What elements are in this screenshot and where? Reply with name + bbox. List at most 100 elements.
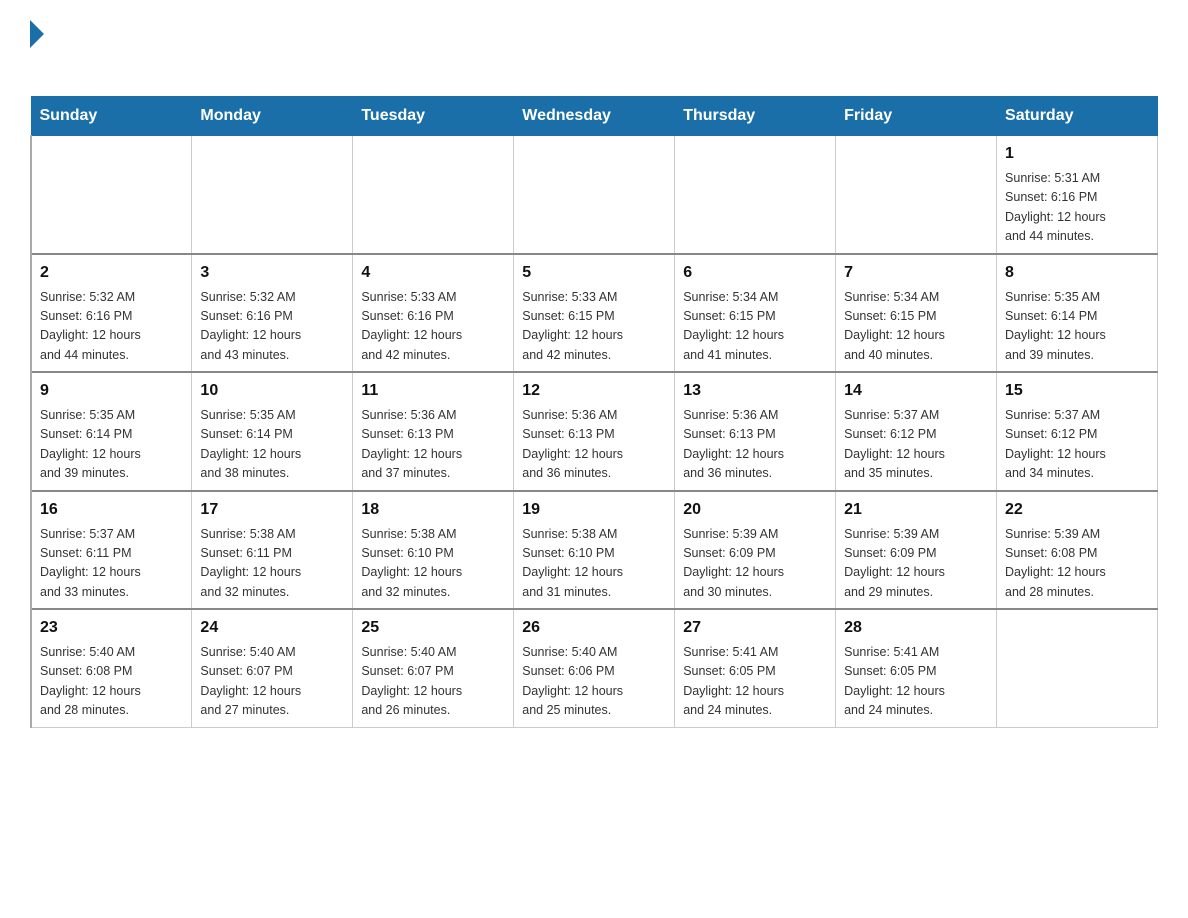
calendar-day-cell: 5 Sunrise: 5:33 AMSunset: 6:15 PMDaylight… — [514, 254, 675, 373]
calendar-table: SundayMondayTuesdayWednesdayThursdayFrid… — [30, 96, 1158, 728]
calendar-day-cell: 17Sunrise: 5:38 AMSunset: 6:11 PMDayligh… — [192, 491, 353, 610]
calendar-day-cell: 9 Sunrise: 5:35 AMSunset: 6:14 PMDaylight… — [31, 372, 192, 491]
day-number: 12 — [522, 379, 666, 403]
day-number: 11 — [361, 379, 505, 403]
day-number: 10 — [200, 379, 344, 403]
day-number: 8 — [1005, 261, 1149, 285]
day-number: 9 — [40, 379, 183, 403]
calendar-week-row: 23Sunrise: 5:40 AMSunset: 6:08 PMDayligh… — [31, 609, 1158, 727]
calendar-day-cell: 1 Sunrise: 5:31 AMSunset: 6:16 PMDaylight… — [997, 136, 1158, 254]
day-number: 4 — [361, 261, 505, 285]
page-header — [30, 20, 1158, 86]
day-info: Sunrise: 5:35 AMSunset: 6:14 PMDaylight:… — [40, 406, 183, 484]
calendar-day-cell: 13 Sunrise: 5:36 AMSunset: 6:13 PMDayligh… — [675, 372, 836, 491]
day-number: 25 — [361, 616, 505, 640]
calendar-day-cell: 15 Sunrise: 5:37 AMSunset: 6:12 PMDayligh… — [997, 372, 1158, 491]
calendar-day-cell: 3 Sunrise: 5:32 AMSunset: 6:16 PMDaylight… — [192, 254, 353, 373]
calendar-day-cell: 26 Sunrise: 5:40 AMSunset: 6:06 PMDayligh… — [514, 609, 675, 727]
calendar-day-cell — [997, 609, 1158, 727]
calendar-day-cell: 22 Sunrise: 5:39 AMSunset: 6:08 PMDayligh… — [997, 491, 1158, 610]
weekday-header-friday: Friday — [836, 97, 997, 136]
day-number: 21 — [844, 498, 988, 522]
day-number: 2 — [40, 261, 183, 285]
calendar-day-cell: 12 Sunrise: 5:36 AMSunset: 6:13 PMDayligh… — [514, 372, 675, 491]
calendar-day-cell: 14 Sunrise: 5:37 AMSunset: 6:12 PMDayligh… — [836, 372, 997, 491]
day-info: Sunrise: 5:37 AMSunset: 6:12 PMDaylight:… — [844, 406, 988, 484]
weekday-header-sunday: Sunday — [31, 97, 192, 136]
weekday-header-row: SundayMondayTuesdayWednesdayThursdayFrid… — [31, 97, 1158, 136]
day-info: Sunrise: 5:31 AMSunset: 6:16 PMDaylight:… — [1005, 169, 1149, 247]
day-number: 26 — [522, 616, 666, 640]
day-number: 14 — [844, 379, 988, 403]
calendar-week-row: 16Sunrise: 5:37 AMSunset: 6:11 PMDayligh… — [31, 491, 1158, 610]
day-info: Sunrise: 5:35 AMSunset: 6:14 PMDaylight:… — [1005, 288, 1149, 366]
day-info: Sunrise: 5:41 AMSunset: 6:05 PMDaylight:… — [683, 643, 827, 721]
day-number: 1 — [1005, 142, 1149, 166]
day-number: 13 — [683, 379, 827, 403]
calendar-day-cell: 21 Sunrise: 5:39 AMSunset: 6:09 PMDayligh… — [836, 491, 997, 610]
day-number: 16 — [40, 498, 183, 522]
weekday-header-saturday: Saturday — [997, 97, 1158, 136]
calendar-day-cell — [675, 136, 836, 254]
day-info: Sunrise: 5:39 AMSunset: 6:09 PMDaylight:… — [683, 525, 827, 603]
day-info: Sunrise: 5:39 AMSunset: 6:09 PMDaylight:… — [844, 525, 988, 603]
day-info: Sunrise: 5:34 AMSunset: 6:15 PMDaylight:… — [844, 288, 988, 366]
calendar-day-cell: 23Sunrise: 5:40 AMSunset: 6:08 PMDayligh… — [31, 609, 192, 727]
calendar-day-cell: 4 Sunrise: 5:33 AMSunset: 6:16 PMDaylight… — [353, 254, 514, 373]
day-info: Sunrise: 5:36 AMSunset: 6:13 PMDaylight:… — [522, 406, 666, 484]
calendar-day-cell: 6 Sunrise: 5:34 AMSunset: 6:15 PMDaylight… — [675, 254, 836, 373]
day-info: Sunrise: 5:40 AMSunset: 6:07 PMDaylight:… — [361, 643, 505, 721]
day-info: Sunrise: 5:32 AMSunset: 6:16 PMDaylight:… — [40, 288, 183, 366]
day-number: 19 — [522, 498, 666, 522]
calendar-week-row: 1 Sunrise: 5:31 AMSunset: 6:16 PMDaylight… — [31, 136, 1158, 254]
day-info: Sunrise: 5:34 AMSunset: 6:15 PMDaylight:… — [683, 288, 827, 366]
day-number: 22 — [1005, 498, 1149, 522]
day-number: 24 — [200, 616, 344, 640]
calendar-day-cell: 16Sunrise: 5:37 AMSunset: 6:11 PMDayligh… — [31, 491, 192, 610]
day-info: Sunrise: 5:36 AMSunset: 6:13 PMDaylight:… — [361, 406, 505, 484]
day-info: Sunrise: 5:33 AMSunset: 6:16 PMDaylight:… — [361, 288, 505, 366]
day-number: 20 — [683, 498, 827, 522]
day-info: Sunrise: 5:38 AMSunset: 6:10 PMDaylight:… — [522, 525, 666, 603]
calendar-day-cell — [514, 136, 675, 254]
calendar-day-cell: 25 Sunrise: 5:40 AMSunset: 6:07 PMDayligh… — [353, 609, 514, 727]
calendar-day-cell: 20 Sunrise: 5:39 AMSunset: 6:09 PMDayligh… — [675, 491, 836, 610]
weekday-header-thursday: Thursday — [675, 97, 836, 136]
day-number: 15 — [1005, 379, 1149, 403]
calendar-week-row: 9 Sunrise: 5:35 AMSunset: 6:14 PMDaylight… — [31, 372, 1158, 491]
day-number: 3 — [200, 261, 344, 285]
day-info: Sunrise: 5:33 AMSunset: 6:15 PMDaylight:… — [522, 288, 666, 366]
day-info: Sunrise: 5:36 AMSunset: 6:13 PMDaylight:… — [683, 406, 827, 484]
day-number: 23 — [40, 616, 183, 640]
calendar-day-cell: 2 Sunrise: 5:32 AMSunset: 6:16 PMDaylight… — [31, 254, 192, 373]
day-info: Sunrise: 5:40 AMSunset: 6:06 PMDaylight:… — [522, 643, 666, 721]
calendar-day-cell: 28Sunrise: 5:41 AMSunset: 6:05 PMDayligh… — [836, 609, 997, 727]
logo — [30, 20, 44, 86]
day-number: 6 — [683, 261, 827, 285]
calendar-day-cell — [836, 136, 997, 254]
day-number: 17 — [200, 498, 344, 522]
day-info: Sunrise: 5:40 AMSunset: 6:07 PMDaylight:… — [200, 643, 344, 721]
day-info: Sunrise: 5:37 AMSunset: 6:12 PMDaylight:… — [1005, 406, 1149, 484]
day-number: 5 — [522, 261, 666, 285]
day-info: Sunrise: 5:35 AMSunset: 6:14 PMDaylight:… — [200, 406, 344, 484]
weekday-header-monday: Monday — [192, 97, 353, 136]
day-info: Sunrise: 5:39 AMSunset: 6:08 PMDaylight:… — [1005, 525, 1149, 603]
day-number: 18 — [361, 498, 505, 522]
calendar-day-cell — [353, 136, 514, 254]
day-info: Sunrise: 5:32 AMSunset: 6:16 PMDaylight:… — [200, 288, 344, 366]
calendar-day-cell: 7 Sunrise: 5:34 AMSunset: 6:15 PMDaylight… — [836, 254, 997, 373]
day-info: Sunrise: 5:38 AMSunset: 6:10 PMDaylight:… — [361, 525, 505, 603]
weekday-header-wednesday: Wednesday — [514, 97, 675, 136]
calendar-day-cell: 8 Sunrise: 5:35 AMSunset: 6:14 PMDaylight… — [997, 254, 1158, 373]
calendar-day-cell: 11 Sunrise: 5:36 AMSunset: 6:13 PMDayligh… — [353, 372, 514, 491]
calendar-day-cell: 19 Sunrise: 5:38 AMSunset: 6:10 PMDayligh… — [514, 491, 675, 610]
logo-arrow-icon — [30, 20, 44, 48]
day-number: 27 — [683, 616, 827, 640]
calendar-day-cell — [192, 136, 353, 254]
calendar-day-cell: 18 Sunrise: 5:38 AMSunset: 6:10 PMDayligh… — [353, 491, 514, 610]
calendar-day-cell: 24 Sunrise: 5:40 AMSunset: 6:07 PMDayligh… — [192, 609, 353, 727]
day-number: 7 — [844, 261, 988, 285]
calendar-week-row: 2 Sunrise: 5:32 AMSunset: 6:16 PMDaylight… — [31, 254, 1158, 373]
calendar-day-cell: 27 Sunrise: 5:41 AMSunset: 6:05 PMDayligh… — [675, 609, 836, 727]
